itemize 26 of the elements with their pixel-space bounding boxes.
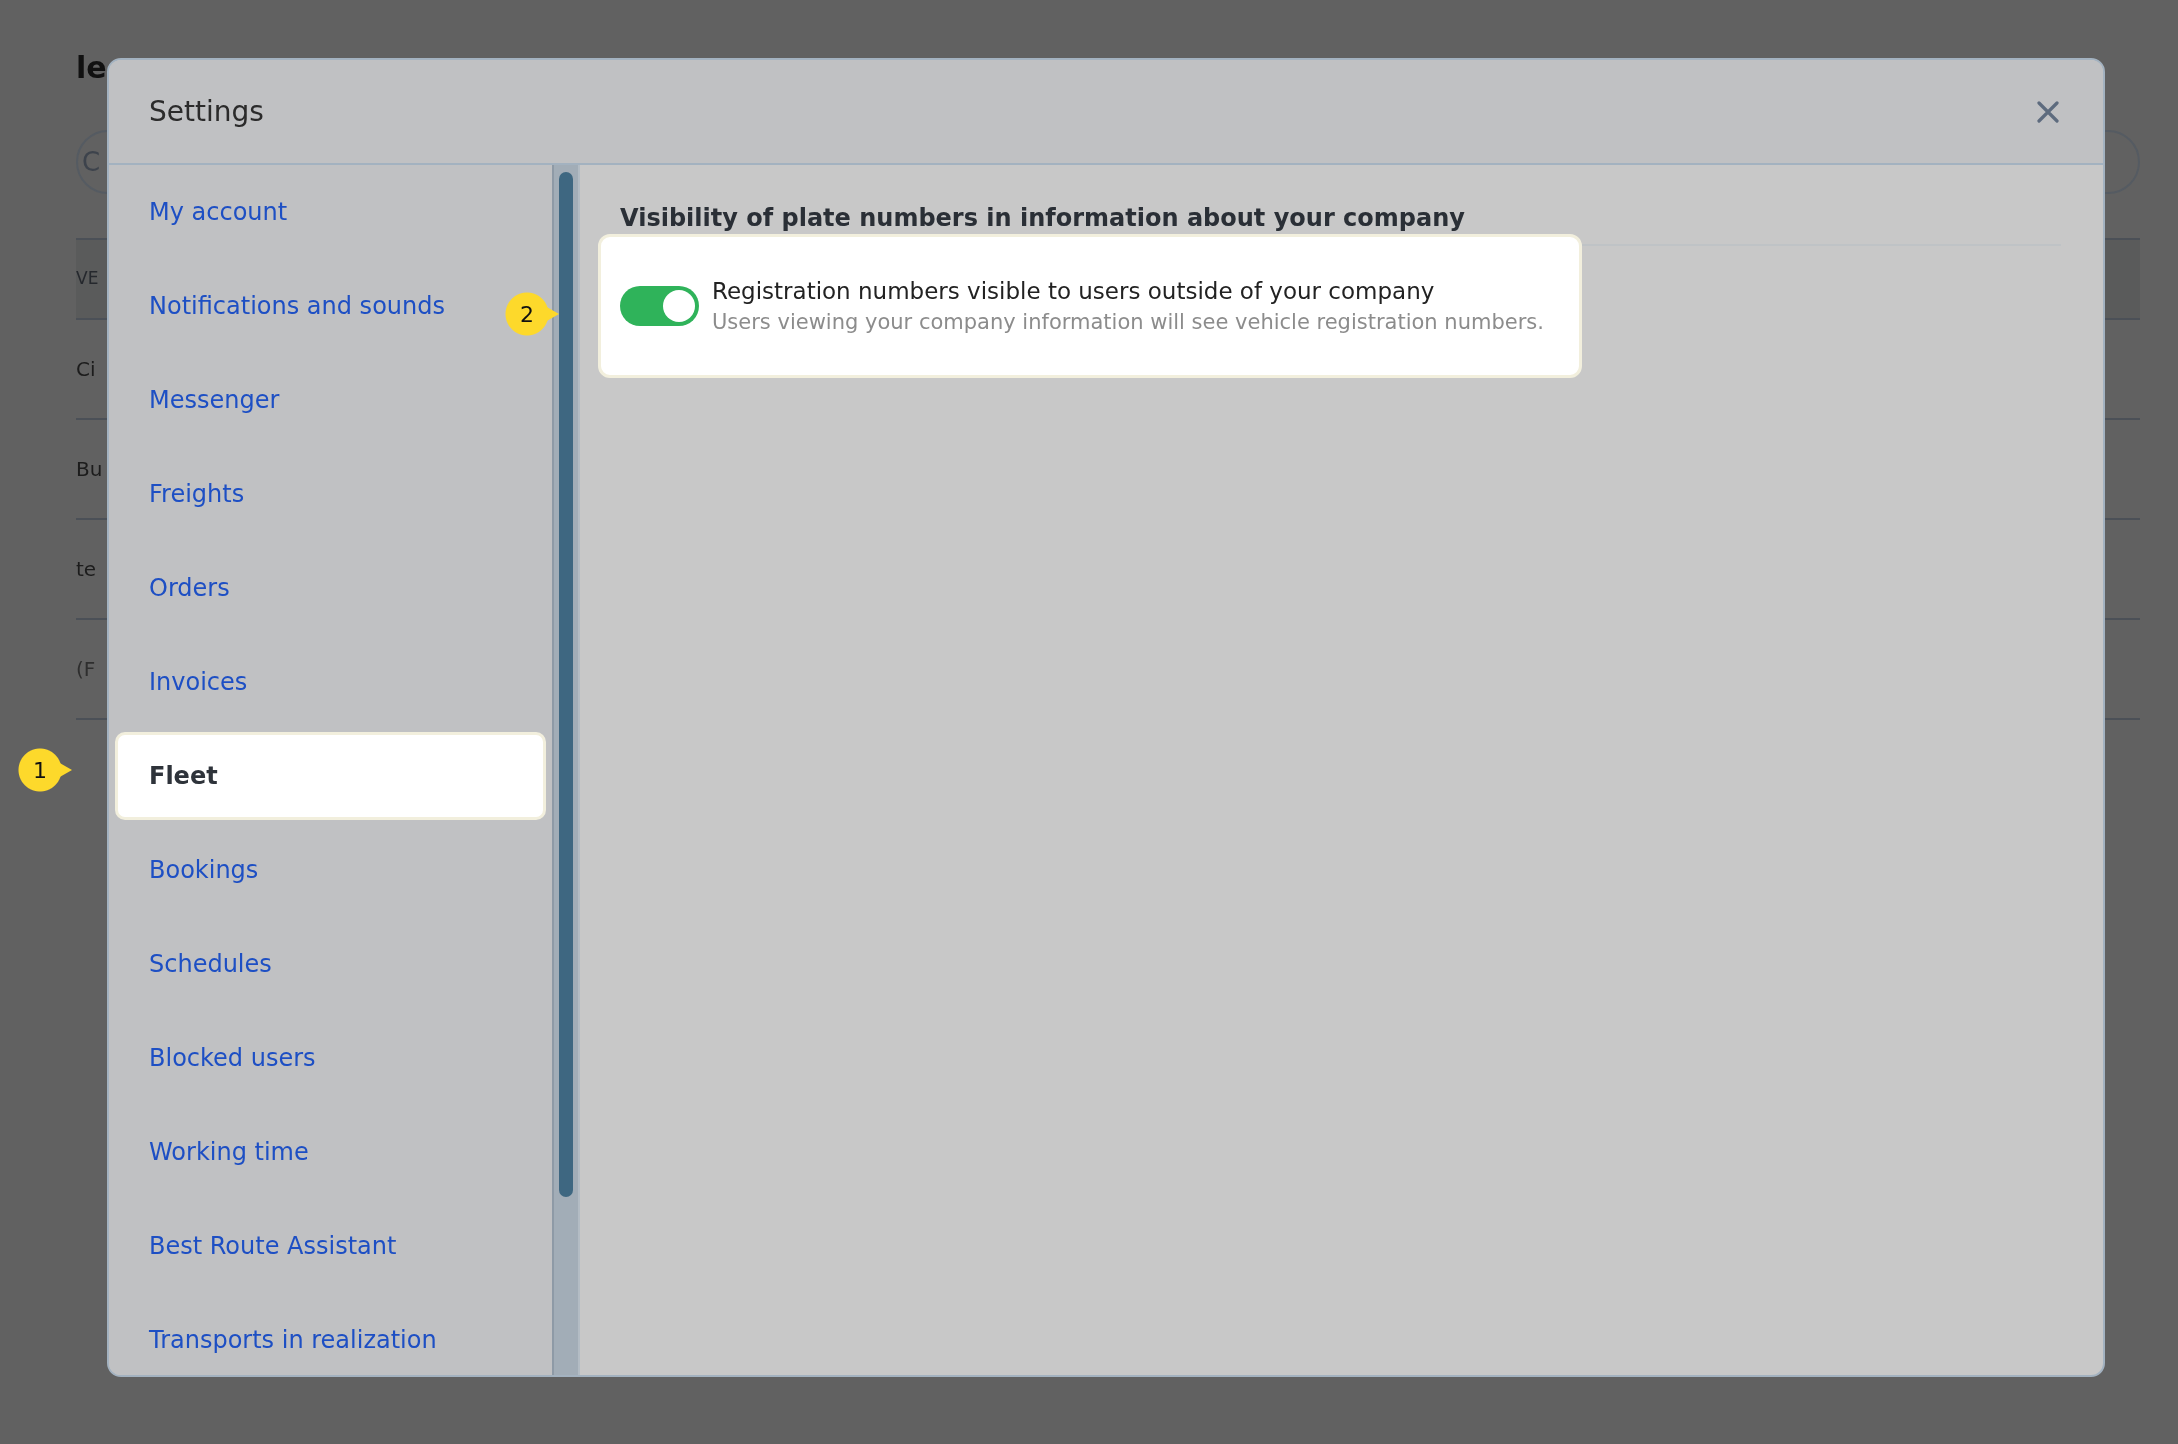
sidebar-item[interactable]: Fleet bbox=[115, 732, 546, 820]
page-heading: le bbox=[76, 50, 108, 86]
dialog-title: Settings bbox=[149, 93, 264, 130]
scrollbar-track[interactable] bbox=[552, 165, 580, 1375]
sidebar-item[interactable]: Bookings bbox=[109, 823, 267, 917]
sidebar-item[interactable]: Freights bbox=[109, 447, 253, 541]
table-cell-text: Ci bbox=[76, 356, 96, 383]
sidebar-item[interactable]: Working time bbox=[109, 1105, 317, 1199]
sidebar-item[interactable]: Orders bbox=[109, 541, 238, 635]
scrollbar-thumb[interactable] bbox=[559, 172, 573, 1197]
table-cell-text: te bbox=[76, 556, 97, 583]
sidebar-item[interactable]: My account bbox=[109, 165, 296, 259]
step-marker: 1 bbox=[18, 748, 74, 792]
sidebar-item[interactable]: Blocked users bbox=[109, 1011, 324, 1105]
setting-description: Users viewing your company information will see vehicle registration numbers. bbox=[712, 308, 1544, 336]
sidebar-item[interactable]: Transports in realization bbox=[109, 1293, 445, 1375]
sidebar-item[interactable]: Invoices bbox=[109, 635, 256, 729]
sidebar-item[interactable]: Messenger bbox=[109, 353, 288, 447]
table-cell-text: Bu bbox=[76, 456, 103, 483]
sidebar-item[interactable]: Best Route Assistant bbox=[109, 1199, 405, 1293]
close-icon bbox=[2037, 100, 2059, 123]
step-marker: 2 bbox=[505, 292, 561, 336]
sidebar-item[interactable]: Schedules bbox=[109, 917, 280, 1011]
sidebar-item[interactable]: Notifications and sounds bbox=[109, 259, 453, 353]
toggle-switch[interactable] bbox=[620, 286, 699, 327]
setting-label: Registration numbers visible to users outside of your company bbox=[712, 277, 1436, 307]
